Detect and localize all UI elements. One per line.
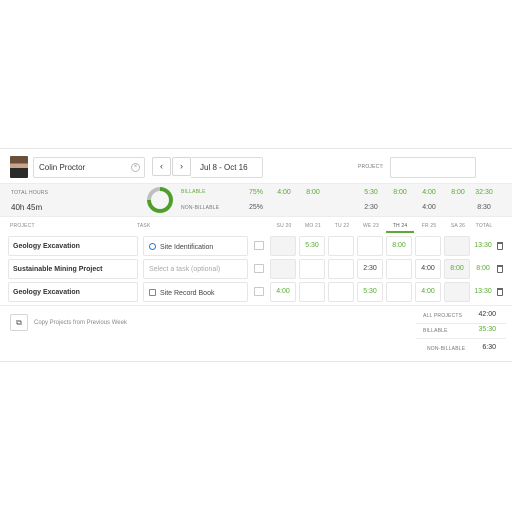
time-entry-cell[interactable] <box>328 259 354 279</box>
task-select[interactable]: Select a task (optional) <box>143 259 248 279</box>
footer-billable-label: BILLABLE <box>423 328 448 334</box>
clear-icon[interactable]: × <box>131 163 140 172</box>
trash-icon[interactable] <box>497 265 503 273</box>
time-entry-cell[interactable] <box>270 259 296 279</box>
total-hours-value: 40h 45m <box>11 203 43 212</box>
billable-donut-chart <box>147 187 173 213</box>
time-entry-cell[interactable] <box>444 236 470 256</box>
copy-projects-link[interactable]: Copy Projects from Previous Week <box>34 320 127 326</box>
footer-billable-value: 35:30 <box>478 326 496 333</box>
billable-day-value: 8:00 <box>451 189 465 196</box>
col-header-project: PROJECT <box>10 223 35 229</box>
billable-day-value: 8:00 <box>393 189 407 196</box>
target-icon <box>149 243 156 250</box>
copy-projects-icon[interactable]: ⧉ <box>10 314 28 331</box>
task-select[interactable]: Site Identification <box>143 236 248 256</box>
time-entry-cell[interactable]: 8:00 <box>386 236 412 256</box>
col-header-total: TOTAL <box>475 223 493 229</box>
time-entry-cell[interactable] <box>299 259 325 279</box>
trash-icon[interactable] <box>497 242 503 250</box>
non-billable-day-value: 2:30 <box>364 204 378 211</box>
time-entry-cell[interactable] <box>328 236 354 256</box>
col-header-day[interactable]: SU 20 <box>270 223 298 229</box>
time-entry-cell[interactable] <box>415 236 441 256</box>
billable-day-value: 4:00 <box>422 189 436 196</box>
project-select[interactable]: Geology Excavation <box>8 236 138 256</box>
book-icon <box>149 289 156 296</box>
footer-non-billable-value: 6:30 <box>482 344 496 351</box>
project-select[interactable]: Sustainable Mining Project <box>8 259 138 279</box>
row-total: 13:30 <box>474 288 492 295</box>
billable-day-value: 4:00 <box>277 189 291 196</box>
note-icon[interactable] <box>254 241 264 250</box>
note-icon[interactable] <box>254 264 264 273</box>
next-week-button[interactable]: › <box>172 157 191 176</box>
time-entry-cell[interactable]: 5:30 <box>299 236 325 256</box>
prev-week-button[interactable]: ‹ <box>152 157 171 176</box>
divider <box>416 338 506 339</box>
divider <box>0 305 512 306</box>
date-range[interactable]: Jul 8 - Oct 16 <box>191 157 263 178</box>
col-header-task: TASK <box>137 223 151 229</box>
chevron-left-icon: ‹ <box>160 161 163 171</box>
time-entry-cell[interactable] <box>270 236 296 256</box>
avatar <box>10 156 28 178</box>
time-entry-cell[interactable] <box>299 282 325 302</box>
trash-icon[interactable] <box>497 288 503 296</box>
user-name: Colin Proctor <box>39 163 86 172</box>
billable-pct: 75% <box>249 189 264 196</box>
task-label: Site Identification <box>160 244 214 251</box>
time-entry-cell[interactable]: 4:00 <box>270 282 296 302</box>
non-billable-label: NON-BILLABLE <box>181 205 220 211</box>
total-hours-label: TOTAL HOURS <box>11 190 49 196</box>
col-header-day[interactable]: TH 24 <box>386 223 414 233</box>
time-entry-cell[interactable]: 5:30 <box>357 282 383 302</box>
time-entry-cell[interactable]: 4:00 <box>415 259 441 279</box>
billable-total: 32:30 <box>475 189 493 196</box>
col-header-day[interactable]: WE 23 <box>357 223 385 229</box>
non-billable-pct: 25% <box>249 204 264 211</box>
billable-label: BILLABLE <box>181 189 206 195</box>
col-header-day[interactable]: MO 21 <box>299 223 327 229</box>
chevron-right-icon: › <box>180 161 183 171</box>
row-total: 8:00 <box>476 265 490 272</box>
time-entry-cell[interactable]: 2:30 <box>357 259 383 279</box>
project-select[interactable]: Geology Excavation <box>8 282 138 302</box>
non-billable-total: 8:30 <box>477 204 491 211</box>
time-entry-cell[interactable]: 4:00 <box>415 282 441 302</box>
divider <box>416 323 506 324</box>
all-projects-value: 42:00 <box>478 311 496 318</box>
col-header-day[interactable]: FR 25 <box>415 223 443 229</box>
user-select[interactable]: Colin Proctor × <box>33 157 145 178</box>
task-select[interactable]: Site Record Book <box>143 282 248 302</box>
project-filter-label: PROJECT: <box>358 164 384 170</box>
task-label: Select a task (optional) <box>149 266 221 273</box>
time-entry-cell[interactable] <box>328 282 354 302</box>
non-billable-day-value: 4:00 <box>422 204 436 211</box>
note-icon[interactable] <box>254 287 264 296</box>
time-entry-cell[interactable] <box>357 236 383 256</box>
col-header-day[interactable]: SA 26 <box>444 223 472 229</box>
time-entry-cell[interactable] <box>386 282 412 302</box>
billable-day-value: 5:30 <box>364 189 378 196</box>
all-projects-label: ALL PROJECTS <box>423 313 463 319</box>
col-header-day[interactable]: TU 22 <box>328 223 356 229</box>
billable-day-value: 8:00 <box>306 189 320 196</box>
time-entry-cell[interactable] <box>444 282 470 302</box>
row-total: 13:30 <box>474 242 492 249</box>
task-label: Site Record Book <box>160 290 215 297</box>
footer-non-billable-label: NON-BILLABLE <box>427 346 466 352</box>
time-entry-cell[interactable] <box>386 259 412 279</box>
project-filter-input[interactable] <box>390 157 476 178</box>
time-entry-cell[interactable]: 8:00 <box>444 259 470 279</box>
